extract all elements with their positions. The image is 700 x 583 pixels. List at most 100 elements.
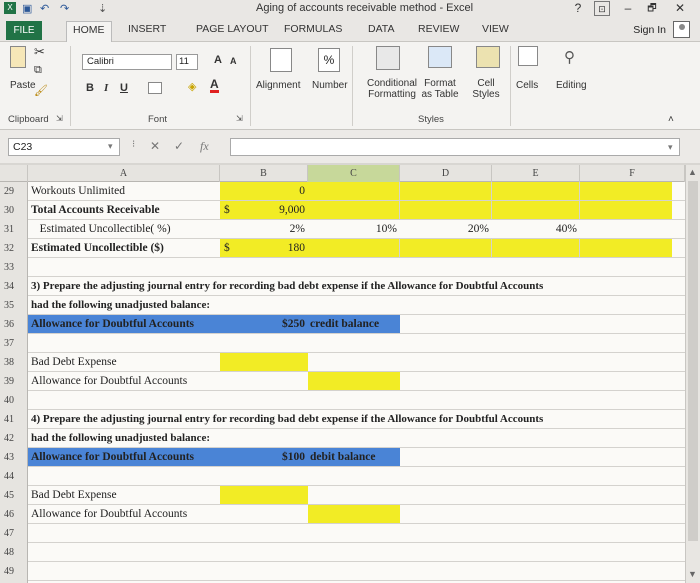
font-color-button[interactable]: A [210,78,219,93]
fill-color-icon[interactable]: ◈ [188,80,196,93]
row-header[interactable]: 40 [0,391,28,410]
cell-e32[interactable] [492,239,580,257]
row-header[interactable]: 43 [0,448,28,467]
column-header-a[interactable]: A [28,165,220,182]
row-header[interactable]: 44 [0,467,28,486]
row-header[interactable]: 48 [0,543,28,562]
font-size-select[interactable]: 11 [176,54,198,70]
row-header[interactable]: 37 [0,334,28,353]
row-header[interactable]: 38 [0,353,28,372]
cell-d30[interactable] [400,201,492,219]
undo-icon[interactable]: ↶ [40,2,49,16]
redo-icon[interactable]: ↷ [60,2,69,16]
cell-a38[interactable]: Bad Debt Expense [31,353,117,371]
row-header[interactable]: 30 [0,201,28,220]
vertical-scrollbar[interactable]: ▲ ▼ [685,165,700,583]
tab-home[interactable]: HOME [66,21,112,42]
bold-button[interactable]: B [86,82,94,94]
cell-a39[interactable]: Allowance for Doubtful Accounts [31,372,187,390]
cell-a41[interactable]: 4) Prepare the adjusting journal entry f… [31,410,543,428]
cell-d29[interactable] [400,182,492,200]
conditional-formatting-icon[interactable] [376,46,400,70]
row-header[interactable]: 46 [0,505,28,524]
row-header[interactable]: 31 [0,220,28,239]
customize-toolbar-icon[interactable]: ⇣ [98,2,107,16]
borders-icon[interactable] [148,82,162,94]
minimize-button[interactable]: – [620,1,636,16]
column-header-f[interactable]: F [580,165,685,182]
row-header[interactable]: 45 [0,486,28,505]
enter-entry-button[interactable]: ✓ [174,139,184,153]
underline-button[interactable]: U [120,82,128,94]
row-header[interactable]: 34 [0,277,28,296]
cell-c31[interactable]: 10% [308,220,400,238]
row-header[interactable]: 42 [0,429,28,448]
row-header[interactable]: 39 [0,372,28,391]
insert-function-button[interactable]: fx [200,139,209,154]
tab-formulas[interactable]: FORMULAS [284,23,342,35]
shrink-font-button[interactable]: A [230,56,237,66]
format-as-table-button[interactable]: Format as Table [420,78,460,100]
spreadsheet-grid[interactable]: A B C D E F 29 Workouts Unlimited 0 30 T… [0,165,685,583]
scroll-up-icon[interactable]: ▲ [688,167,697,177]
cell-a42[interactable]: had the following unadjusted balance: [31,429,210,447]
tab-insert[interactable]: INSERT [128,23,166,35]
cell-c36[interactable]: credit balance [310,315,379,333]
cell-b38[interactable] [220,353,308,371]
column-header-b[interactable]: B [220,165,308,182]
format-painter-icon[interactable]: 🖌 [34,84,48,97]
row-header[interactable]: 41 [0,410,28,429]
restore-button[interactable]: 🗗 [644,1,660,16]
row-header[interactable]: 36 [0,315,28,334]
cell-c29[interactable] [308,182,400,200]
format-as-table-icon[interactable] [428,46,452,68]
tab-view[interactable]: VIEW [482,23,509,35]
cell-e29[interactable] [492,182,580,200]
alignment-icon[interactable] [270,48,292,72]
editing-button[interactable]: Editing [556,80,587,91]
user-icon[interactable] [673,21,690,38]
row-header[interactable]: 33 [0,258,28,277]
paste-icon[interactable] [10,46,26,68]
cell-c43[interactable]: debit balance [310,448,376,466]
cell-c39[interactable] [308,372,400,390]
cell-b36[interactable]: $250 [220,315,308,333]
cell-c46[interactable] [308,505,400,523]
collapse-ribbon-icon[interactable]: ˄ [668,114,674,125]
conditional-formatting-button[interactable]: Conditional Formatting [360,78,424,100]
cell-a34[interactable]: 3) Prepare the adjusting journal entry f… [31,277,543,295]
name-box-dropdown-icon[interactable]: ▾ [108,141,113,152]
tab-review[interactable]: REVIEW [418,23,459,35]
cell-a45[interactable]: Bad Debt Expense [31,486,117,504]
cell-c30[interactable] [308,201,400,219]
tab-data[interactable]: DATA [368,23,394,35]
cell-e30[interactable] [492,201,580,219]
cell-f30[interactable] [580,201,672,219]
grow-font-button[interactable]: A [214,54,222,66]
row-header[interactable]: 35 [0,296,28,315]
editing-icon[interactable]: ⚲ [564,48,575,66]
cells-button[interactable]: Cells [516,80,538,91]
row-header[interactable]: 49 [0,562,28,581]
select-all-corner[interactable] [0,165,28,182]
scrollbar-thumb[interactable] [688,181,698,541]
close-button[interactable]: ✕ [672,1,688,16]
cell-a29[interactable]: Workouts Unlimited [31,182,125,200]
cancel-entry-button[interactable]: ✕ [150,139,160,153]
row-header[interactable]: 47 [0,524,28,543]
cell-a35[interactable]: had the following unadjusted balance: [31,296,210,314]
cell-b43[interactable]: $100 [220,448,308,466]
cell-a43[interactable]: Allowance for Doubtful Accounts [31,448,194,466]
cell-f32[interactable] [580,239,672,257]
cell-c32[interactable] [308,239,400,257]
cell-styles-icon[interactable] [476,46,500,68]
alignment-button[interactable]: Alignment [256,80,300,91]
cell-a36[interactable]: Allowance for Doubtful Accounts [31,315,194,333]
row-header[interactable]: 32 [0,239,28,258]
cell-d32[interactable] [400,239,492,257]
cell-b45[interactable] [220,486,308,504]
tab-file[interactable]: FILE [6,21,42,40]
sign-in-link[interactable]: Sign In [633,24,666,36]
font-launcher-icon[interactable]: ⇲ [236,114,243,123]
cell-a46[interactable]: Allowance for Doubtful Accounts [31,505,187,523]
